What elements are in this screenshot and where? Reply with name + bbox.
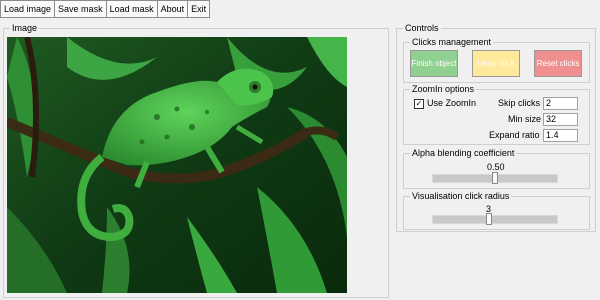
undo-click-label: Undo click	[477, 58, 515, 68]
reset-clicks-label: Reset clicks	[536, 58, 580, 68]
click-radius-group: Visualisation click radius	[403, 191, 590, 230]
alpha-slider-thumb[interactable]	[492, 172, 498, 184]
finish-object-label: Finish object	[411, 58, 457, 68]
finish-object-button[interactable]: Finish object	[410, 50, 458, 77]
skip-clicks-label: Skip clicks	[498, 98, 541, 108]
use-zoomin-label: Use ZoomIn	[427, 98, 477, 108]
image-canvas[interactable]	[7, 37, 347, 293]
clicks-management-title: Clicks management	[410, 37, 494, 48]
click-radius-title: Visualisation click radius	[410, 191, 512, 202]
undo-click-button[interactable]: Undo click	[472, 50, 520, 77]
expand-ratio-label: Expand ratio	[489, 130, 540, 140]
chameleon-image	[7, 37, 347, 293]
expand-ratio-input[interactable]: 1.4	[543, 129, 578, 142]
save-mask-button[interactable]: Save mask	[54, 0, 106, 18]
menu-bar: Load image Save mask Load mask About Exi…	[0, 0, 211, 18]
load-image-button[interactable]: Load image	[0, 0, 55, 18]
reset-clicks-button[interactable]: Reset clicks	[534, 50, 582, 77]
min-size-label: Min size	[508, 114, 542, 124]
zoomin-options-title: ZoomIn options	[410, 84, 477, 95]
alpha-blending-title: Alpha blending coefficient	[410, 148, 517, 159]
about-button[interactable]: About	[156, 0, 188, 18]
exit-button[interactable]: Exit	[187, 0, 211, 18]
radius-slider-thumb[interactable]	[486, 213, 492, 225]
image-panel-title: Image	[10, 23, 40, 34]
controls-title: Controls	[403, 23, 441, 34]
skip-clicks-input[interactable]: 2	[543, 97, 578, 110]
radius-slider[interactable]	[432, 215, 558, 224]
use-zoomin-checkbox[interactable]: ✓	[414, 99, 424, 109]
min-size-input[interactable]: 32	[543, 113, 578, 126]
load-mask-button[interactable]: Load mask	[105, 0, 157, 18]
